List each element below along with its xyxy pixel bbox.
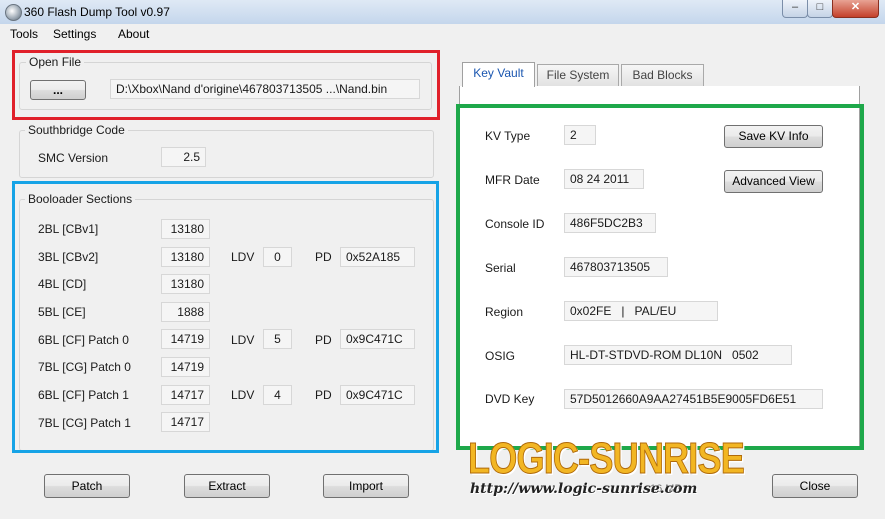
smc-version-label: SMC Version [38,151,109,165]
maximize-button[interactable]: □ [807,0,833,18]
import-button[interactable]: Import [323,474,409,498]
watermark-logo-text: LOGIC-SUNRISE [468,434,746,484]
key-vault-highlight [456,104,864,450]
window-title: 360 Flash Dump Tool v0.97 [24,5,170,19]
watermark-url: http://www.logic-sunrise.com [470,481,698,497]
tab-file-system[interactable]: File System [537,64,619,86]
title-bar: 360 Flash Dump Tool v0.97 – □ ✕ [0,0,885,25]
close-window-button[interactable]: ✕ [832,0,879,18]
minimize-button[interactable]: – [782,0,808,18]
menu-settings[interactable]: Settings [53,27,96,41]
app-disc-icon [5,4,22,21]
southbridge-legend: Southbridge Code [25,123,128,137]
open-file-highlight [12,50,440,120]
extract-button[interactable]: Extract [184,474,270,498]
tab-key-vault[interactable]: Key Vault [462,62,535,87]
close-button[interactable]: Close [772,474,858,498]
patch-button[interactable]: Patch [44,474,130,498]
logic-sunrise-watermark: LOGIC-SUNRISE http://www.logic-sunrise.c… [468,434,746,514]
menu-bar: Tools Settings About [0,24,885,44]
smc-version-value: 2.5 [161,147,206,167]
menu-tools[interactable]: Tools [10,27,38,41]
tab-bad-blocks[interactable]: Bad Blocks [621,64,704,86]
menu-about[interactable]: About [118,27,149,41]
bootloader-highlight [12,181,439,453]
